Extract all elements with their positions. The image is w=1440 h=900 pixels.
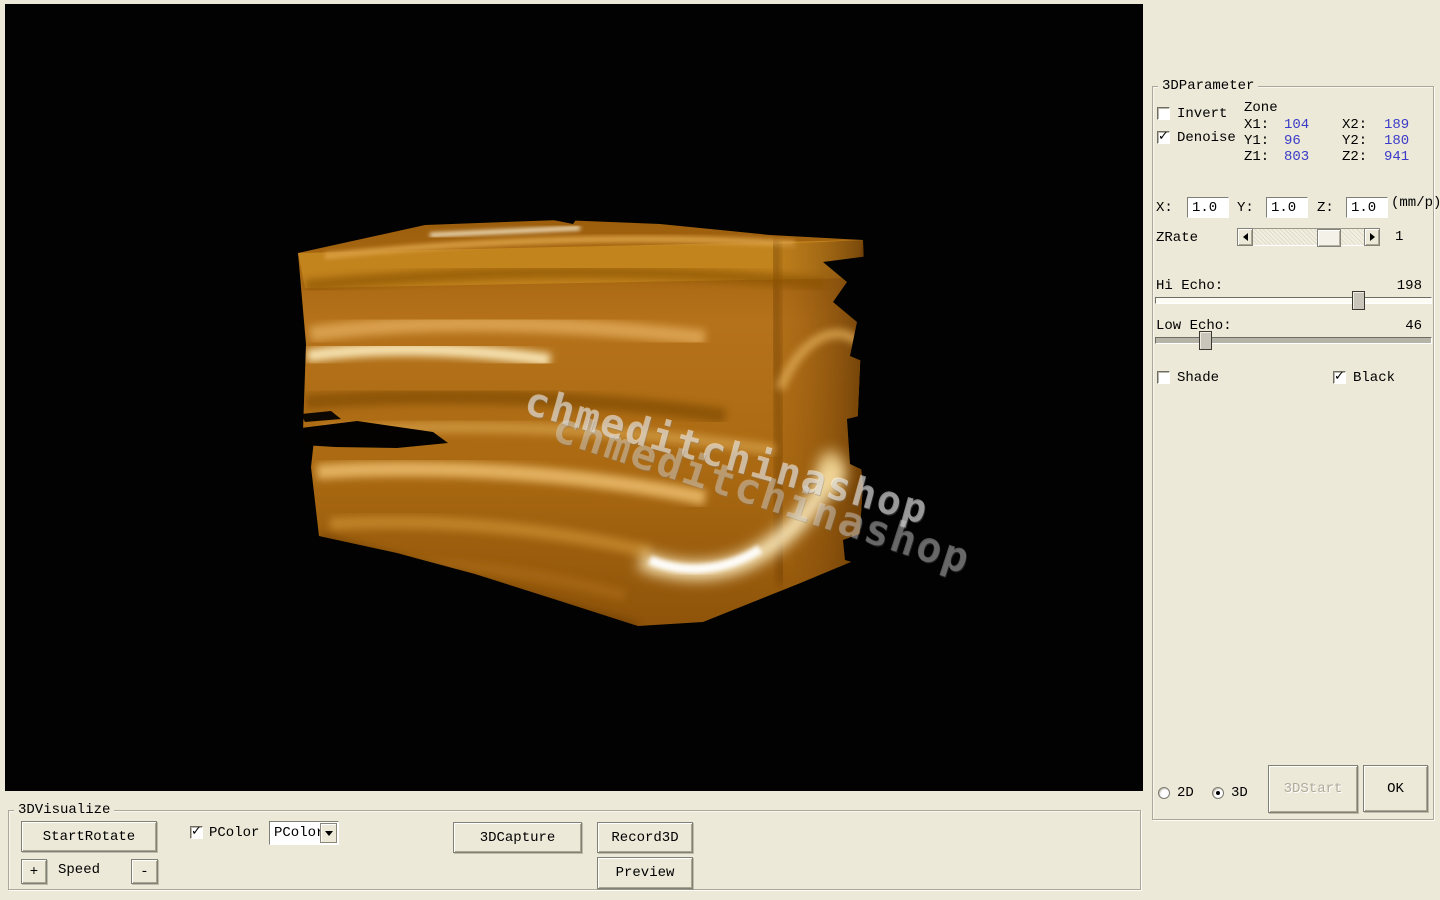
- low-echo-label: Low Echo:: [1156, 318, 1232, 334]
- pcolor-dropdown-button[interactable]: [320, 823, 337, 843]
- zrate-thumb[interactable]: [1317, 229, 1341, 247]
- zone-z1-value: 803: [1284, 149, 1310, 165]
- hi-echo-value: 198: [1396, 278, 1422, 294]
- zone-z2-value: 941: [1384, 149, 1410, 165]
- zone-x1-value: 104: [1284, 117, 1310, 133]
- scale-x-input[interactable]: [1187, 197, 1229, 218]
- zone-y1-value: 96: [1284, 133, 1301, 149]
- speed-label: Speed: [58, 862, 101, 878]
- zrate-track[interactable]: [1253, 228, 1364, 247]
- check-icon: ✓: [191, 824, 202, 839]
- visualize-group-title: 3DVisualize: [14, 802, 115, 818]
- record-3d-button[interactable]: Record3D: [597, 822, 693, 853]
- zone-x2-label: X2:: [1342, 117, 1368, 133]
- pcolor-dropdown-value: PColor: [274, 825, 325, 841]
- capture-3d-button[interactable]: 3DCapture: [453, 822, 582, 853]
- parameter-group-title: 3DParameter: [1158, 78, 1259, 94]
- scale-y-label: Y:: [1237, 200, 1254, 216]
- zone-title: Zone: [1244, 100, 1278, 116]
- hi-echo-thumb[interactable]: [1352, 291, 1365, 310]
- zone-x1-label: X1:: [1244, 117, 1270, 133]
- pcolor-label: PColor: [209, 825, 260, 841]
- volume-render: [298, 210, 869, 626]
- left-arrow-icon: [1242, 233, 1248, 241]
- shade-checkbox[interactable]: [1157, 371, 1170, 384]
- ok-button[interactable]: OK: [1363, 765, 1428, 812]
- check-icon: ✓: [1158, 129, 1169, 144]
- low-echo-value: 46: [1405, 318, 1422, 334]
- scale-x-label: X:: [1156, 200, 1173, 216]
- speed-plus-button[interactable]: +: [21, 859, 47, 884]
- mode-2d-radio[interactable]: [1158, 787, 1170, 799]
- mode-3d-label: 3D: [1231, 785, 1248, 801]
- zrate-right-arrow-button[interactable]: [1364, 228, 1380, 246]
- shade-label: Shade: [1177, 370, 1220, 386]
- zone-y1-label: Y1:: [1244, 133, 1270, 149]
- radio-dot-icon: [1216, 791, 1220, 795]
- mode-3d-radio[interactable]: [1212, 787, 1224, 799]
- zone-x2-value: 189: [1384, 117, 1410, 133]
- check-icon: ✓: [1334, 369, 1345, 384]
- zone-z1-label: Z1:: [1244, 149, 1270, 165]
- scale-z-label: Z:: [1317, 200, 1334, 216]
- zrate-left-arrow-button[interactable]: [1237, 228, 1253, 246]
- start-rotate-button[interactable]: StartRotate: [21, 821, 157, 852]
- scale-y-input[interactable]: [1266, 197, 1308, 218]
- low-echo-track[interactable]: [1155, 337, 1432, 344]
- start-3d-button[interactable]: 3DStart: [1268, 765, 1358, 813]
- zrate-label: ZRate: [1156, 230, 1199, 246]
- zone-z2-label: Z2:: [1342, 149, 1368, 165]
- black-checkbox[interactable]: ✓: [1333, 369, 1346, 384]
- scale-unit-label: (mm/p): [1391, 195, 1440, 211]
- zrate-scrollbar[interactable]: [1237, 228, 1380, 247]
- render-viewport[interactable]: chmeditchinashop chmeditchinashop: [5, 4, 1143, 791]
- mode-2d-label: 2D: [1177, 785, 1194, 801]
- zone-y2-label: Y2:: [1342, 133, 1368, 149]
- hi-echo-label: Hi Echo:: [1156, 278, 1224, 294]
- scale-z-input[interactable]: [1346, 197, 1388, 218]
- hi-echo-track[interactable]: [1155, 297, 1432, 304]
- invert-checkbox[interactable]: [1157, 107, 1170, 120]
- denoise-label: Denoise: [1177, 130, 1236, 146]
- invert-label: Invert: [1177, 106, 1228, 122]
- zrate-value: 1: [1395, 229, 1404, 245]
- pcolor-checkbox[interactable]: ✓: [190, 824, 203, 839]
- black-label: Black: [1353, 370, 1396, 386]
- denoise-checkbox[interactable]: ✓: [1157, 129, 1170, 144]
- low-echo-thumb[interactable]: [1199, 331, 1212, 350]
- chevron-down-icon: [324, 830, 333, 836]
- speed-minus-button[interactable]: -: [131, 859, 158, 884]
- pcolor-dropdown[interactable]: PColor: [269, 821, 339, 845]
- right-arrow-icon: [1369, 233, 1375, 241]
- zone-y2-value: 180: [1384, 133, 1410, 149]
- preview-button[interactable]: Preview: [597, 857, 693, 889]
